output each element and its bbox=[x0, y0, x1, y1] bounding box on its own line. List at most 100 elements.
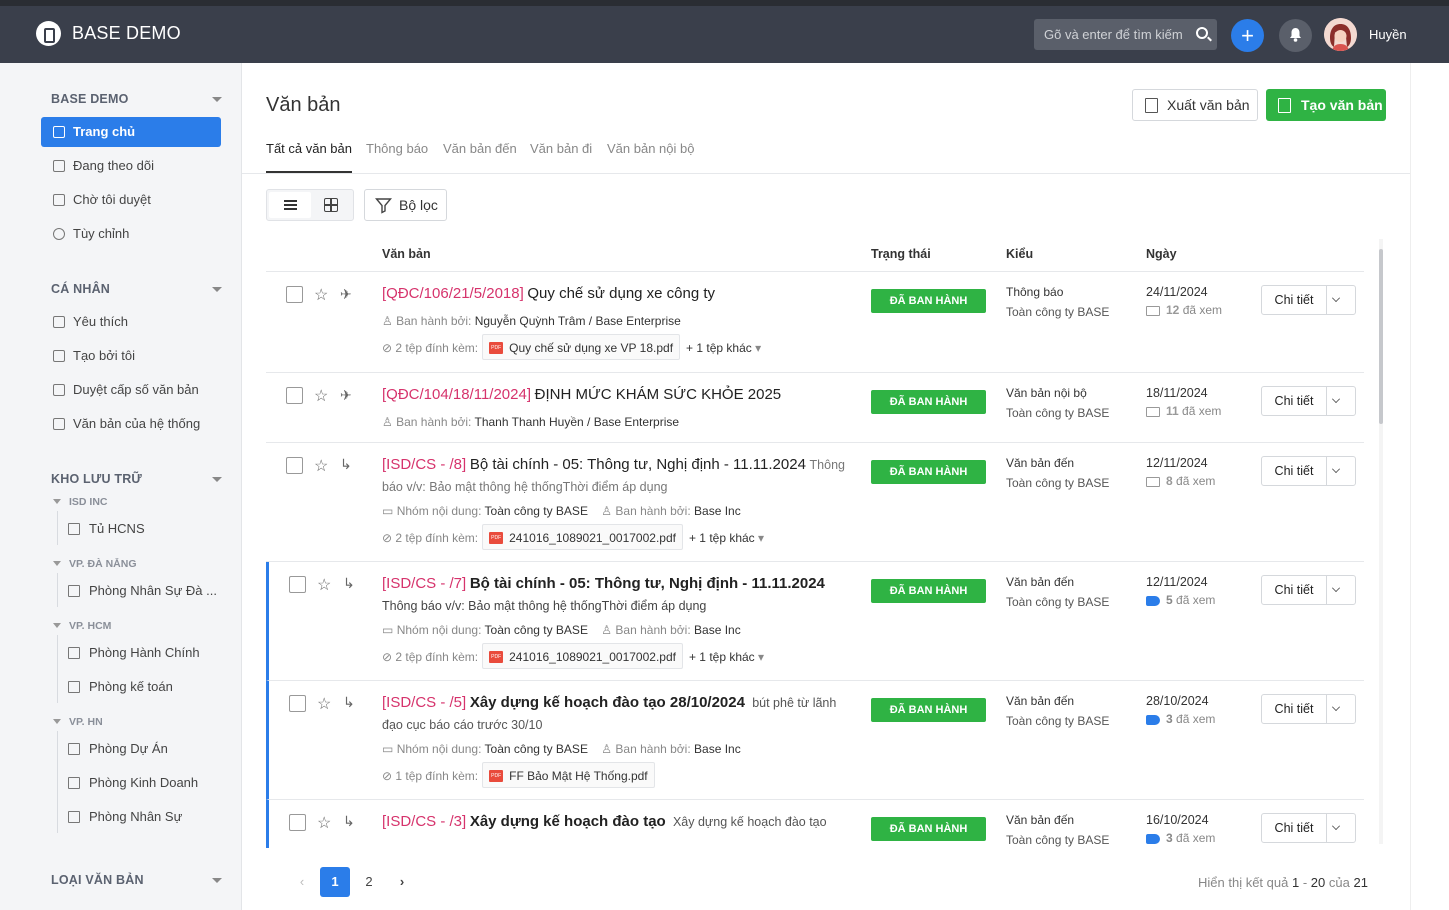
chevron-down-icon[interactable] bbox=[212, 477, 222, 482]
star-icon[interactable]: ☆ bbox=[317, 694, 331, 714]
chevron-down-icon[interactable] bbox=[1332, 395, 1340, 403]
chevron-down-icon[interactable] bbox=[212, 878, 222, 883]
chevron-down-icon[interactable]: ▾ bbox=[755, 341, 761, 355]
row-checkbox[interactable] bbox=[289, 576, 306, 593]
sidebar-item-custom[interactable]: Tùy chỉnh bbox=[41, 219, 221, 249]
detail-button[interactable]: Chi tiết bbox=[1262, 576, 1327, 604]
sidebar-leaf[interactable]: Phòng Hành Chính bbox=[67, 639, 217, 667]
tab-internal[interactable]: Văn bản nội bộ bbox=[607, 141, 694, 173]
group-isd-inc[interactable]: ISD INC bbox=[69, 496, 108, 508]
group-da-nang[interactable]: VP. ĐÀ NẴNG bbox=[69, 558, 137, 570]
table-row[interactable]: ☆ ↳ [ISD/CS - /3] Xây dựng kế hoạch đào … bbox=[266, 800, 1364, 848]
sidebar-item-home[interactable]: Trang chủ bbox=[41, 117, 221, 147]
sidebar-leaf[interactable]: Phòng Dự Án bbox=[67, 735, 217, 763]
star-icon[interactable]: ☆ bbox=[314, 456, 328, 476]
scrollbar[interactable] bbox=[1379, 239, 1383, 844]
file-chip[interactable]: Quy chế sử dụng xe VP 18.pdf bbox=[482, 334, 681, 360]
row-checkbox[interactable] bbox=[286, 286, 303, 303]
table-row[interactable]: ☆ ↳ [ISD/CS - /8] Bộ tài chính - 05: Thô… bbox=[266, 443, 1364, 562]
detail-button[interactable]: Chi tiết bbox=[1262, 286, 1327, 314]
sidebar-item-pending[interactable]: Chờ tôi duyệt bbox=[41, 185, 221, 215]
star-icon[interactable]: ☆ bbox=[314, 285, 328, 305]
pin-icon[interactable]: ✈ bbox=[340, 387, 352, 404]
star-icon[interactable]: ☆ bbox=[314, 386, 328, 406]
reply-icon[interactable]: ↳ bbox=[340, 456, 352, 473]
sidebar-item-system-docs[interactable]: Văn bản của hệ thống bbox=[41, 409, 221, 439]
table-row[interactable]: ☆ ✈ [QĐC/106/21/5/2018] Quy chế sử dụng … bbox=[266, 272, 1364, 373]
chevron-down-icon[interactable] bbox=[53, 561, 61, 566]
document-title[interactable]: [ISD/CS - /5] Xây dựng kế hoạch đào tạo … bbox=[382, 692, 852, 736]
search-icon[interactable] bbox=[1196, 27, 1208, 39]
create-document-button[interactable]: Tạo văn bản bbox=[1266, 89, 1386, 121]
chevron-down-icon[interactable]: ▾ bbox=[758, 650, 764, 664]
sidebar-leaf[interactable]: Phòng kế toán bbox=[67, 673, 217, 701]
sidebar-leaf[interactable]: Phòng Nhân Sự bbox=[67, 803, 217, 831]
file-chip[interactable]: FF Bảo Mật Hệ Thống.pdf bbox=[482, 762, 655, 788]
logo-icon[interactable] bbox=[36, 21, 61, 46]
sidebar-item-created-by-me[interactable]: Tạo bởi tôi bbox=[41, 341, 221, 371]
filter-button[interactable]: Bộ lọc bbox=[364, 189, 447, 221]
detail-button[interactable]: Chi tiết bbox=[1262, 695, 1327, 723]
chevron-down-icon[interactable] bbox=[212, 97, 222, 102]
chevron-down-icon[interactable] bbox=[212, 287, 222, 292]
group-hcm[interactable]: VP. HCM bbox=[69, 620, 111, 632]
document-title[interactable]: [QĐC/106/21/5/2018] Quy chế sử dụng xe c… bbox=[382, 283, 852, 305]
document-title[interactable]: [QĐC/104/18/11/2024] ĐỊNH MỨC KHÁM SỨC K… bbox=[382, 384, 852, 406]
chevron-down-icon[interactable] bbox=[53, 623, 61, 628]
chevron-down-icon[interactable]: ▾ bbox=[758, 531, 764, 545]
sidebar-item-numbering[interactable]: Duyệt cấp số văn bản bbox=[41, 375, 221, 405]
row-checkbox[interactable] bbox=[286, 457, 303, 474]
detail-button[interactable]: Chi tiết bbox=[1262, 814, 1327, 842]
grid-view-button[interactable] bbox=[324, 198, 338, 212]
export-button[interactable]: Xuất văn bản bbox=[1132, 89, 1258, 121]
chevron-down-icon[interactable] bbox=[1332, 294, 1340, 302]
sidebar-item-favorites[interactable]: Yêu thích bbox=[41, 307, 221, 337]
sidebar-leaf[interactable]: Tủ HCNS bbox=[67, 515, 217, 543]
chevron-down-icon[interactable] bbox=[1332, 703, 1340, 711]
avatar[interactable] bbox=[1324, 18, 1357, 51]
document-title[interactable]: [ISD/CS - /3] Xây dựng kế hoạch đào tạo … bbox=[382, 811, 852, 833]
pin-icon[interactable]: ✈ bbox=[340, 286, 352, 303]
sidebar-leaf[interactable]: Phòng Nhân Sự Đà ... bbox=[67, 577, 217, 605]
notification-button[interactable] bbox=[1279, 19, 1312, 52]
tab-outgoing[interactable]: Văn bản đi bbox=[530, 141, 592, 173]
search-input[interactable] bbox=[1034, 19, 1184, 50]
detail-button[interactable]: Chi tiết bbox=[1262, 457, 1327, 485]
row-checkbox[interactable] bbox=[289, 695, 306, 712]
chevron-down-icon[interactable] bbox=[1332, 465, 1340, 473]
add-button[interactable]: + bbox=[1231, 19, 1264, 52]
next-page-button[interactable]: › bbox=[387, 867, 417, 897]
user-name[interactable]: Huyền bbox=[1369, 27, 1407, 42]
tab-incoming[interactable]: Văn bản đến bbox=[443, 141, 517, 173]
chevron-down-icon[interactable] bbox=[1332, 584, 1340, 592]
row-checkbox[interactable] bbox=[286, 387, 303, 404]
tab-all[interactable]: Tất cả văn bản bbox=[266, 141, 352, 173]
file-chip[interactable]: 241016_1089021_0017002.pdf bbox=[482, 524, 683, 550]
star-icon[interactable]: ☆ bbox=[317, 575, 331, 595]
more-files[interactable]: + 1 tệp khác bbox=[689, 650, 755, 664]
table-row[interactable]: ☆ ↳ [ISD/CS - /7] Bộ tài chính - 05: Thô… bbox=[266, 562, 1364, 681]
brand-name[interactable]: BASE DEMO bbox=[72, 23, 181, 44]
reply-icon[interactable]: ↳ bbox=[343, 694, 355, 711]
sidebar-leaf[interactable]: Phòng Kinh Doanh bbox=[67, 769, 217, 797]
reply-icon[interactable]: ↳ bbox=[343, 575, 355, 592]
chevron-down-icon[interactable] bbox=[1332, 822, 1340, 830]
chevron-down-icon[interactable] bbox=[53, 499, 61, 504]
sidebar-item-following[interactable]: Đang theo dõi bbox=[41, 151, 221, 181]
prev-page-button[interactable]: ‹ bbox=[287, 867, 317, 897]
list-view-button[interactable] bbox=[269, 192, 311, 218]
reply-icon[interactable]: ↳ bbox=[343, 813, 355, 830]
star-icon[interactable]: ☆ bbox=[317, 813, 331, 833]
group-hn[interactable]: VP. HN bbox=[69, 716, 103, 728]
page-1[interactable]: 1 bbox=[320, 867, 350, 897]
row-checkbox[interactable] bbox=[289, 814, 306, 831]
table-row[interactable]: ☆ ↳ [ISD/CS - /5] Xây dựng kế hoạch đào … bbox=[266, 681, 1364, 800]
tab-notices[interactable]: Thông báo bbox=[366, 141, 428, 173]
document-title[interactable]: [ISD/CS - /7] Bộ tài chính - 05: Thông t… bbox=[382, 573, 852, 617]
table-row[interactable]: ☆ ✈ [QĐC/104/18/11/2024] ĐỊNH MỨC KHÁM S… bbox=[266, 373, 1364, 443]
more-files[interactable]: + 1 tệp khác bbox=[686, 341, 752, 355]
more-files[interactable]: + 1 tệp khác bbox=[689, 531, 755, 545]
page-2[interactable]: 2 bbox=[354, 867, 384, 897]
scrollbar-thumb[interactable] bbox=[1379, 249, 1383, 424]
document-title[interactable]: [ISD/CS - /8] Bộ tài chính - 05: Thông t… bbox=[382, 454, 852, 498]
